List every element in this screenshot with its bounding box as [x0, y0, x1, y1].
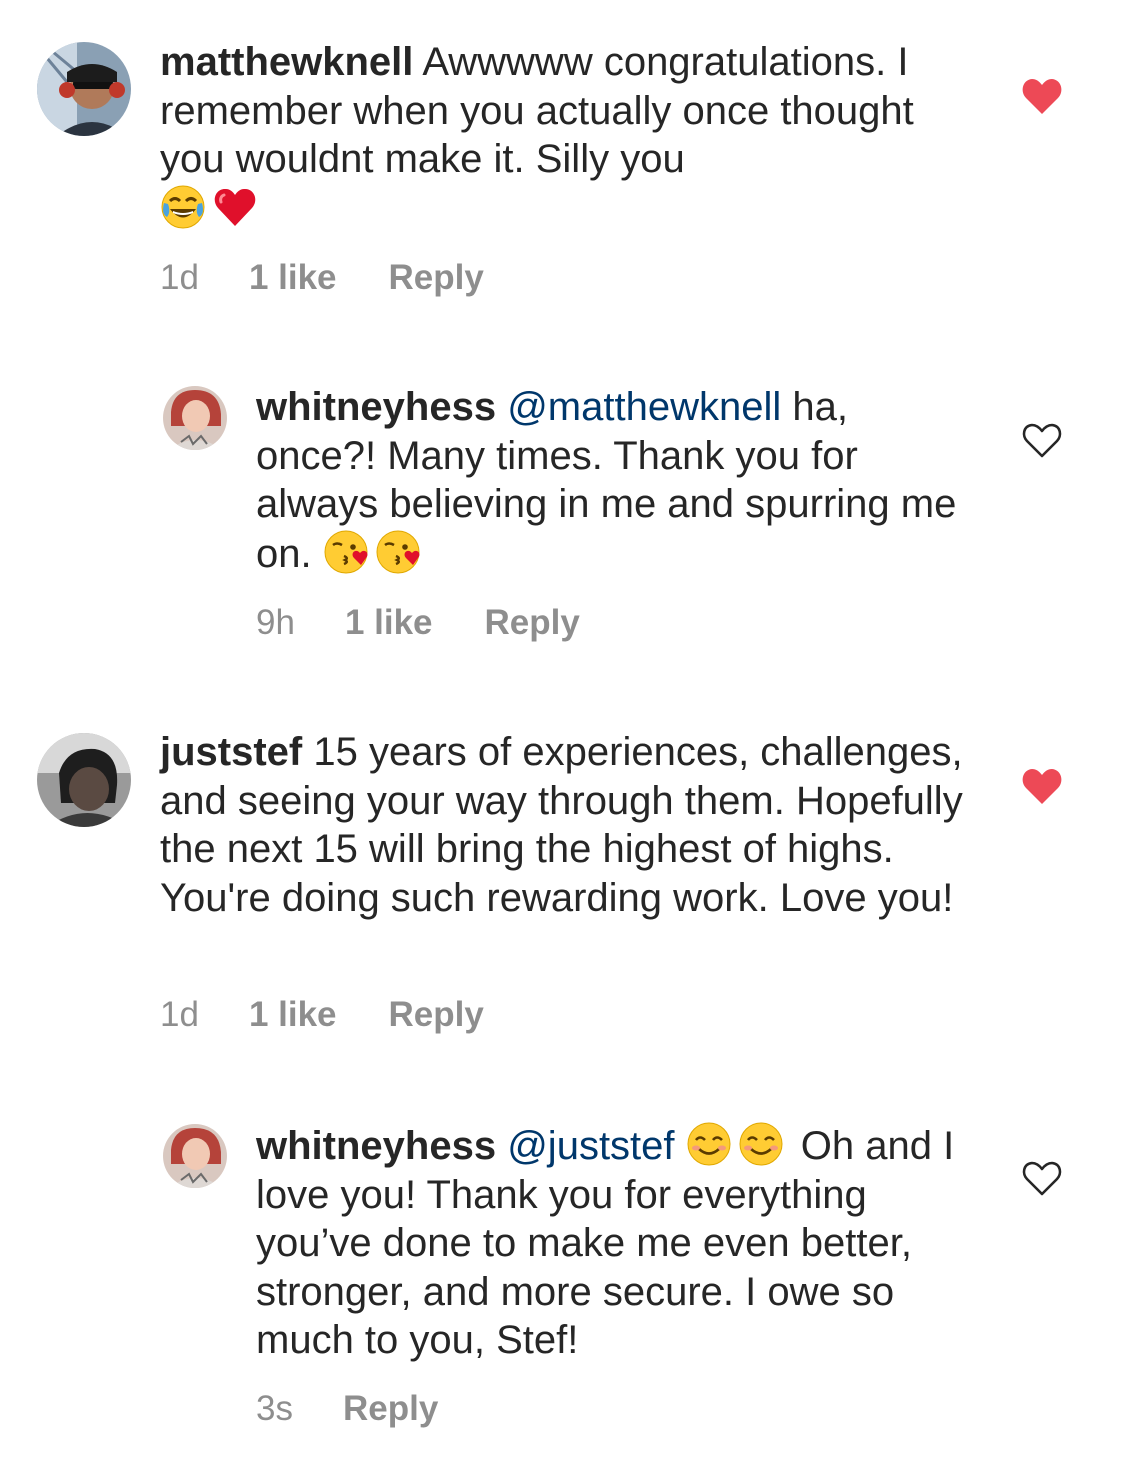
timestamp: 9h: [256, 603, 295, 642]
reply-button[interactable]: Reply: [343, 1389, 438, 1429]
timestamp: 1d: [160, 258, 199, 297]
username[interactable]: whitneyhess: [256, 385, 496, 429]
username[interactable]: juststef: [160, 730, 302, 774]
avatar[interactable]: [163, 1124, 227, 1188]
face-blowing-kiss-icon: [375, 529, 421, 575]
likes-count[interactable]: 1 like: [345, 603, 433, 643]
username[interactable]: whitneyhess: [256, 1124, 496, 1168]
face-with-tears-of-joy-icon: [160, 184, 206, 230]
mention-link[interactable]: @matthewknell: [507, 385, 781, 429]
timestamp: 3s: [256, 1389, 293, 1428]
red-heart-icon: [212, 184, 258, 230]
avatar[interactable]: [37, 733, 131, 827]
avatar[interactable]: [163, 386, 227, 450]
reply-button[interactable]: Reply: [485, 603, 580, 643]
face-blowing-kiss-icon: [323, 529, 369, 575]
like-heart-icon[interactable]: [1020, 766, 1064, 806]
username[interactable]: matthewknell: [160, 40, 413, 84]
smiling-face-icon: [738, 1121, 784, 1167]
like-heart-outline-icon[interactable]: [1020, 420, 1064, 460]
smiling-face-icon: [686, 1121, 732, 1167]
like-heart-outline-icon[interactable]: [1020, 1158, 1064, 1198]
reply-button[interactable]: Reply: [389, 258, 484, 298]
likes-count[interactable]: 1 like: [249, 995, 337, 1035]
avatar[interactable]: [37, 42, 131, 136]
likes-count[interactable]: 1 like: [249, 258, 337, 298]
timestamp: 1d: [160, 995, 199, 1034]
mention-link[interactable]: @juststef: [507, 1124, 674, 1168]
like-heart-icon[interactable]: [1020, 76, 1064, 116]
reply-button[interactable]: Reply: [389, 995, 484, 1035]
